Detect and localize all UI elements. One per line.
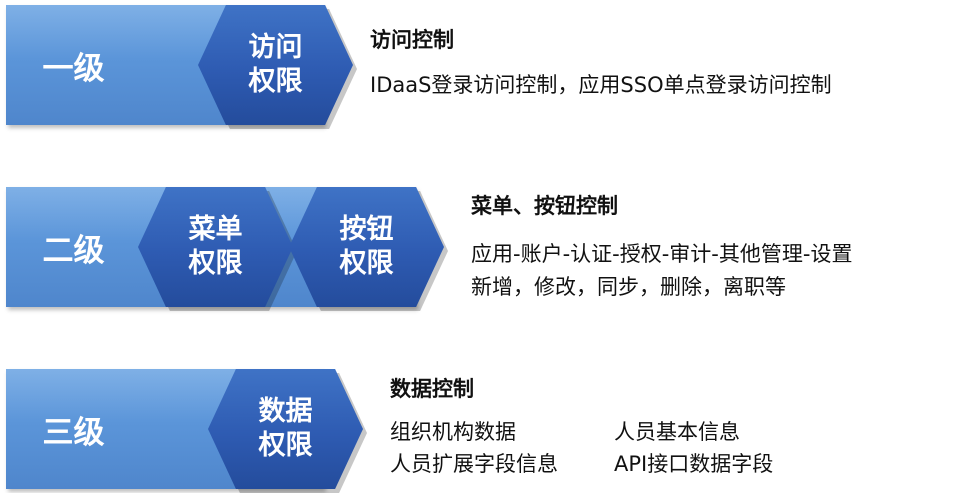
level-2-hex-2: 按钮权限 (289, 187, 444, 307)
level-2-hex-2-text: 按钮权限 (339, 214, 394, 279)
level-3-title: 数据控制 (390, 377, 474, 401)
level-3-item-4: API接口数据字段 (614, 452, 774, 476)
level-2-desc-line-1: 应用-账户-认证-授权-审计-其他管理-设置 (471, 242, 853, 266)
level-2-title: 菜单、按钮控制 (471, 194, 618, 218)
level-3-item-3: 人员扩展字段信息 (390, 452, 558, 476)
level-2-desc-line-2: 新增，修改，同步，删除，离职等 (471, 275, 786, 299)
level-1-hex: 访问权限 (198, 5, 353, 125)
level-2-hex-1: 菜单权限 (138, 187, 293, 307)
level-2-label: 二级 (42, 232, 105, 269)
level-3-item-1: 组织机构数据 (390, 420, 516, 444)
level-1-title: 访问控制 (370, 28, 454, 52)
level-1-desc: IDaaS登录访问控制，应用SSO单点登录访问控制 (370, 73, 832, 97)
level-1-hex-text: 访问权限 (248, 32, 303, 97)
level-2-hex-1-text: 菜单权限 (188, 214, 243, 279)
level-3-label: 三级 (42, 414, 105, 451)
level-3-item-2: 人员基本信息 (614, 420, 740, 444)
level-3-hex-text: 数据权限 (258, 396, 313, 461)
level-1-label: 一级 (42, 50, 105, 87)
level-3-hex: 数据权限 (208, 369, 363, 489)
